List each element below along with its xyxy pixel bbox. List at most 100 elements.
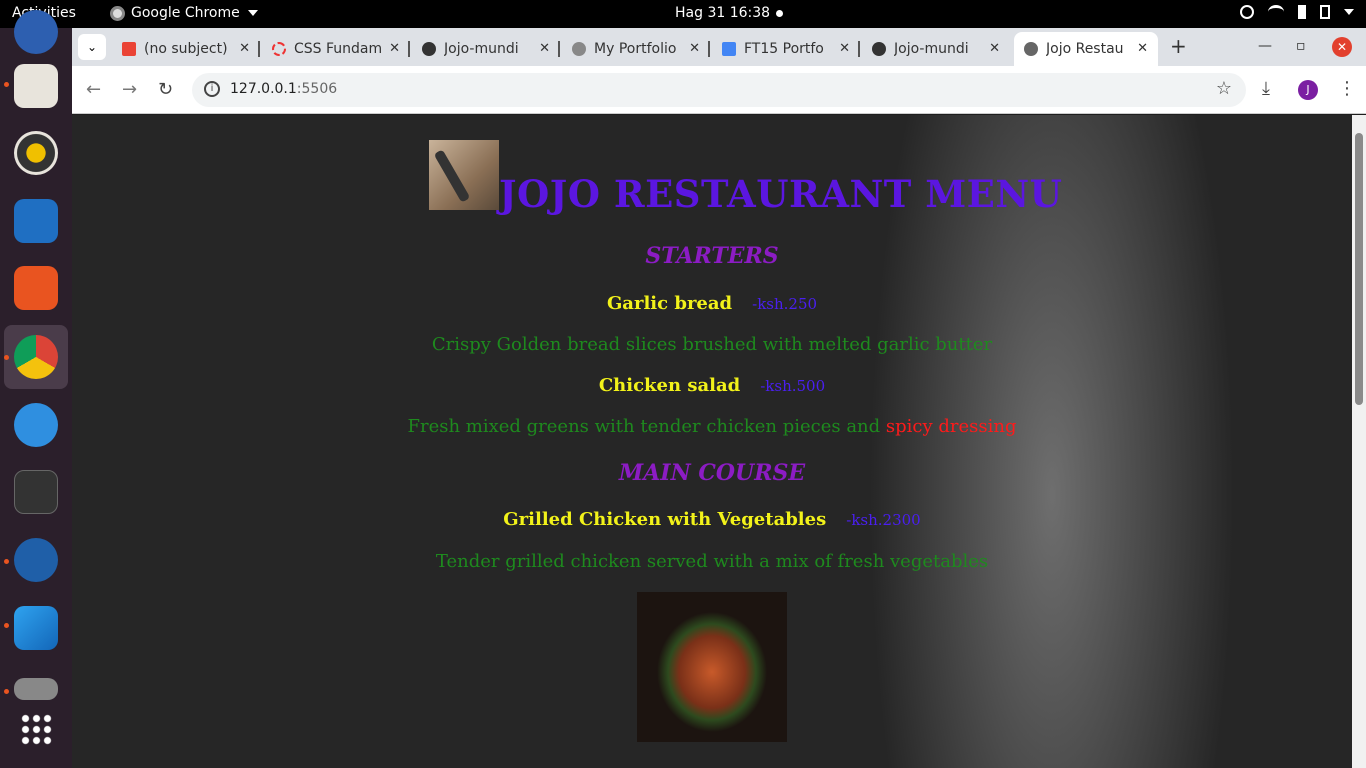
docs-icon <box>722 42 736 56</box>
dish-name: Grilled Chicken with Vegetables <box>503 509 827 530</box>
globe-icon <box>572 42 586 56</box>
dish-description: Fresh mixed greens with tender chicken p… <box>72 416 1352 437</box>
tab-title: (no subject) <box>144 41 228 57</box>
app-name: Google Chrome <box>131 5 240 21</box>
page-title: JOJO RESTAURANT MENU <box>499 172 1063 216</box>
page-viewport: JOJO RESTAURANT MENU STARTERS Garlic bre… <box>72 115 1352 768</box>
vscode-icon[interactable] <box>14 606 58 650</box>
tab[interactable]: CSS Fundam ✕ <box>262 32 410 66</box>
dish-garlic-bread: Garlic bread -ksh.250 <box>72 293 1352 314</box>
running-indicator <box>4 355 9 360</box>
tab-search-button[interactable]: ⌄ <box>78 34 106 60</box>
description-text: Fresh mixed greens with tender chicken p… <box>407 416 886 437</box>
close-icon[interactable]: ✕ <box>989 41 1000 56</box>
tab[interactable]: My Portfolio ✕ <box>562 32 710 66</box>
running-indicator <box>4 559 9 564</box>
tab-active[interactable]: Jojo Restau ✕ <box>1014 32 1158 66</box>
system-tray[interactable] <box>1240 5 1354 19</box>
dish-description: Tender grilled chicken served with a mix… <box>435 551 989 572</box>
download-icon[interactable]: ⤓ <box>1262 78 1270 99</box>
dish-grilled-chicken: Grilled Chicken with Vegetables -ksh.2300 <box>72 509 1352 530</box>
writer-icon[interactable] <box>14 199 58 243</box>
scrollbar-thumb[interactable] <box>1355 133 1363 405</box>
tab-separator <box>858 41 860 57</box>
menu-header: JOJO RESTAURANT MENU <box>429 140 1062 216</box>
dock <box>0 10 72 768</box>
system-top-bar: Activities Google Chrome Hag 31 16:38 <box>0 0 1366 28</box>
tab-title: CSS Fundam <box>294 41 383 57</box>
starters-heading: STARTERS <box>645 243 779 269</box>
close-icon[interactable]: ✕ <box>239 41 250 56</box>
loading-icon <box>272 42 286 56</box>
tab-strip: ⌄ (no subject) ✕ CSS Fundam ✕ Jojo-mundi ✕ … <box>72 28 1366 66</box>
page-scrollbar[interactable] <box>1352 115 1366 768</box>
notification-dot-icon <box>776 10 783 17</box>
tab-separator <box>708 41 710 57</box>
tab-title: Jojo-mundi <box>444 41 519 57</box>
menu-icon[interactable]: ⋮ <box>1338 78 1356 99</box>
tab[interactable]: (no subject) ✕ <box>112 32 260 66</box>
accessibility-icon[interactable] <box>1240 5 1254 19</box>
spicy-highlight: spicy dressing <box>885 416 1017 437</box>
software-icon[interactable] <box>14 266 58 310</box>
close-icon[interactable]: ✕ <box>539 41 550 56</box>
chrome-icon <box>110 5 125 21</box>
main-course-heading: MAIN COURSE <box>618 460 806 486</box>
rhythmbox-icon[interactable] <box>14 131 58 175</box>
window-close-button[interactable]: ✕ <box>1332 37 1352 57</box>
github-icon <box>872 42 886 56</box>
dish-price: -ksh.2300 <box>846 511 921 529</box>
close-icon[interactable]: ✕ <box>689 41 700 56</box>
timer-icon[interactable] <box>14 538 58 582</box>
dish-chicken-salad: Chicken salad -ksh.500 <box>72 375 1352 396</box>
wifi-icon[interactable] <box>1268 5 1284 19</box>
close-icon[interactable]: ✕ <box>389 41 400 56</box>
running-indicator <box>4 689 9 694</box>
dish-price: -ksh.250 <box>752 295 818 313</box>
volume-icon[interactable] <box>1298 5 1306 19</box>
browser-toolbar: ← → ↻ i 127.0.0.1:5506 ☆ ⤓ J ⋮ <box>72 66 1366 114</box>
tab-separator <box>558 41 560 57</box>
maximize-button[interactable]: ▫ <box>1296 38 1306 54</box>
chrome-icon[interactable] <box>14 335 58 379</box>
camera-icon[interactable] <box>14 678 58 700</box>
address-bar[interactable]: i 127.0.0.1:5506 ☆ <box>192 73 1246 107</box>
thunderbird-icon[interactable] <box>14 10 58 54</box>
site-info-icon[interactable]: i <box>204 81 220 97</box>
show-apps-icon[interactable] <box>20 713 52 745</box>
reload-button[interactable]: ↻ <box>158 79 173 100</box>
globe-icon <box>1024 42 1038 56</box>
url-text: 127.0.0.1:5506 <box>230 81 338 97</box>
back-button[interactable]: ← <box>86 79 101 100</box>
new-tab-button[interactable]: + <box>1170 34 1187 58</box>
terminal-icon[interactable] <box>14 470 58 514</box>
app-menu[interactable]: Google Chrome <box>110 5 258 21</box>
tab[interactable]: Jojo-mundi ✕ <box>862 32 1010 66</box>
tab-separator <box>408 41 410 57</box>
profile-avatar[interactable]: J <box>1298 80 1318 100</box>
cutlery-image <box>429 140 499 210</box>
help-icon[interactable] <box>14 403 58 447</box>
gmail-icon <box>122 42 136 56</box>
minimize-button[interactable]: — <box>1258 38 1272 54</box>
bookmark-star-icon[interactable]: ☆ <box>1216 78 1232 99</box>
running-indicator <box>4 82 9 87</box>
close-icon[interactable]: ✕ <box>839 41 850 56</box>
files-icon[interactable] <box>14 64 58 108</box>
battery-icon[interactable] <box>1320 5 1330 19</box>
running-indicator <box>4 623 9 628</box>
grilled-chicken-image <box>637 592 787 742</box>
forward-button[interactable]: → <box>122 79 137 100</box>
tab-title: My Portfolio <box>594 41 677 57</box>
clock[interactable]: Hag 31 16:38 <box>675 5 770 21</box>
dish-name: Garlic bread <box>606 293 733 314</box>
tab-title: FT15 Portfo <box>744 41 824 57</box>
tab-title: Jojo-mundi <box>894 41 969 57</box>
github-icon <box>422 42 436 56</box>
dish-price: -ksh.500 <box>760 377 826 395</box>
dish-description: Crispy Golden bread slices brushed with … <box>431 334 993 355</box>
tab[interactable]: FT15 Portfo ✕ <box>712 32 860 66</box>
close-icon[interactable]: ✕ <box>1137 41 1148 56</box>
tab[interactable]: Jojo-mundi ✕ <box>412 32 560 66</box>
power-icon[interactable] <box>1344 9 1354 15</box>
